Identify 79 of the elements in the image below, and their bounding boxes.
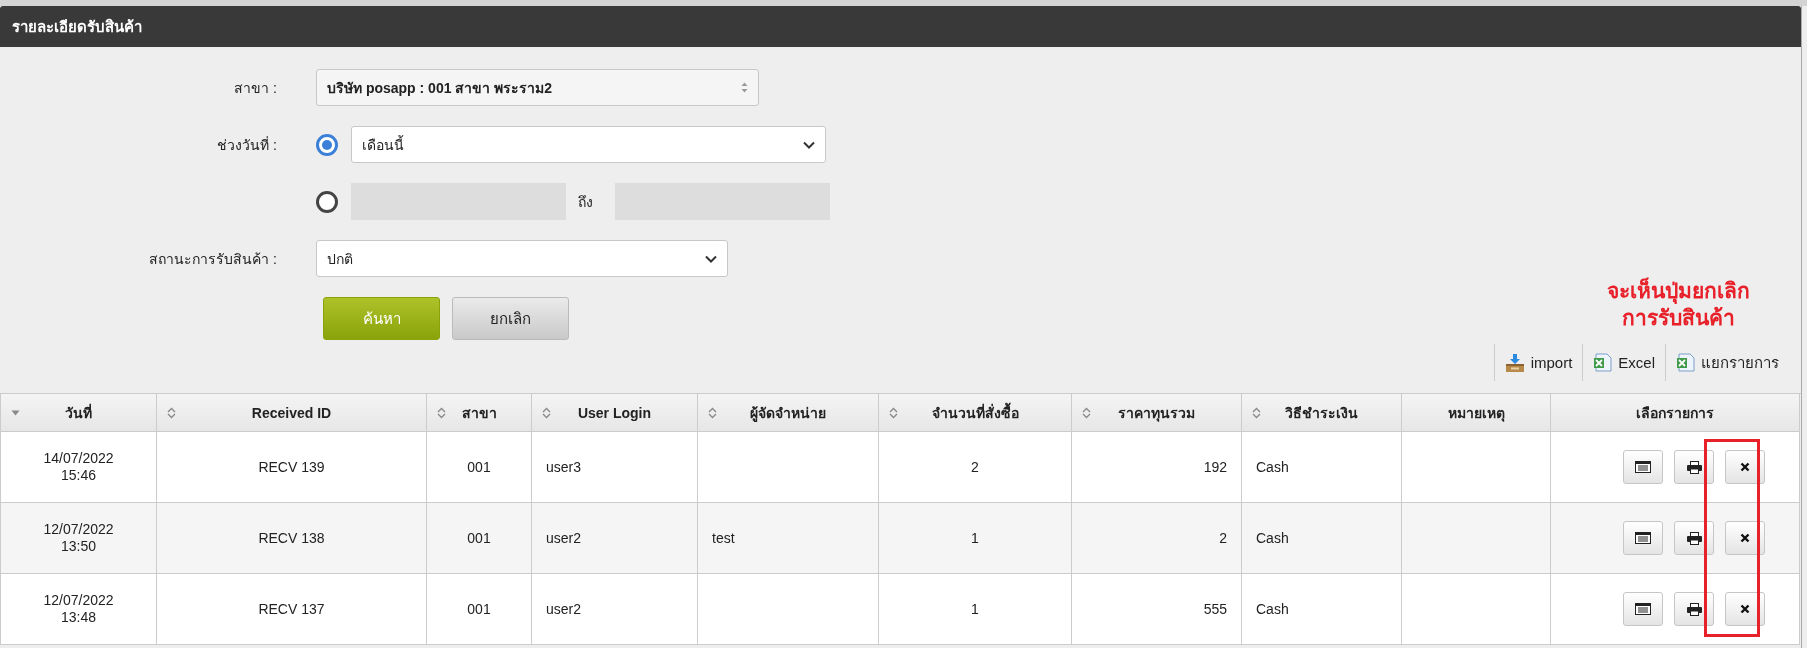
table-cell: user2 bbox=[531, 502, 698, 574]
column-header: หมายเหตุ bbox=[1401, 394, 1551, 432]
table-cell: test bbox=[697, 502, 879, 574]
table-cell: RECV 139 bbox=[156, 431, 427, 503]
sort-icon bbox=[1082, 406, 1091, 419]
print-icon bbox=[1686, 531, 1702, 545]
table-cell: 1 bbox=[878, 502, 1072, 574]
column-header: เลือกรายการ bbox=[1550, 394, 1800, 432]
table-cell: RECV 138 bbox=[156, 502, 427, 574]
table-cell: 2 bbox=[878, 431, 1072, 503]
status-select[interactable]: ปกติ bbox=[316, 240, 728, 277]
table-cell: 001 bbox=[426, 502, 532, 574]
view-button[interactable] bbox=[1623, 521, 1663, 555]
sort-icon bbox=[1252, 406, 1261, 419]
table-cell: Cash bbox=[1241, 502, 1402, 574]
list-card-icon bbox=[1635, 461, 1651, 473]
column-header[interactable]: สาขา bbox=[426, 394, 532, 432]
table-cell: 12/07/2022 13:50 bbox=[0, 502, 157, 574]
sort-icon bbox=[708, 406, 717, 419]
close-icon bbox=[1740, 533, 1750, 543]
print-icon bbox=[1686, 602, 1702, 616]
import-link[interactable]: import bbox=[1493, 344, 1583, 381]
table-cell: 555 bbox=[1071, 573, 1242, 645]
list-card-icon bbox=[1635, 532, 1651, 544]
column-header[interactable]: ผู้จัดจำหน่าย bbox=[697, 394, 879, 432]
delete-button[interactable] bbox=[1725, 450, 1765, 484]
table-cell: 001 bbox=[426, 573, 532, 645]
status-label: สถานะการรับสินค้า : bbox=[148, 249, 277, 269]
table-cell: 2 bbox=[1071, 502, 1242, 574]
cancel-button[interactable]: ยกเลิก bbox=[452, 297, 569, 340]
list-card-icon bbox=[1635, 603, 1651, 615]
table-cell: 1 bbox=[878, 573, 1072, 645]
page-title: รายละเอียดรับสินค้า bbox=[12, 16, 142, 37]
column-header[interactable]: ราคาทุนรวม bbox=[1071, 394, 1242, 432]
table-cell: 001 bbox=[426, 431, 532, 503]
spreadsheet-icon bbox=[1593, 353, 1613, 372]
tray-download-icon bbox=[1504, 352, 1525, 373]
print-icon bbox=[1686, 460, 1702, 474]
delete-button[interactable] bbox=[1725, 592, 1765, 626]
print-button[interactable] bbox=[1674, 521, 1714, 555]
sort-desc-icon bbox=[11, 409, 20, 416]
view-button[interactable] bbox=[1623, 450, 1663, 484]
print-button[interactable] bbox=[1674, 450, 1714, 484]
table-cell: user3 bbox=[531, 431, 698, 503]
column-header[interactable]: Received ID bbox=[156, 394, 427, 432]
column-header[interactable]: วันที่ bbox=[0, 394, 157, 432]
table-cell: RECV 137 bbox=[156, 573, 427, 645]
branch-label: สาขา : bbox=[233, 78, 277, 98]
export-link[interactable]: Excel bbox=[1582, 344, 1665, 381]
caret-icon bbox=[705, 254, 717, 263]
caret-icon bbox=[803, 140, 815, 149]
close-icon bbox=[1740, 604, 1750, 614]
table-cell: Cash bbox=[1241, 573, 1402, 645]
column-header[interactable]: User Login bbox=[531, 394, 698, 432]
view-button[interactable] bbox=[1623, 592, 1663, 626]
annotation-text: จะเห็นปุ่มยกเลิก การรับสินค้า bbox=[1607, 277, 1750, 331]
table-cell: Cash bbox=[1241, 431, 1402, 503]
column-header[interactable]: จำนวนที่สั่งซื้อ bbox=[878, 394, 1072, 432]
print-button[interactable] bbox=[1674, 592, 1714, 626]
sort-icon bbox=[542, 406, 551, 419]
table-cell: 192 bbox=[1071, 431, 1242, 503]
radio-button[interactable] bbox=[316, 133, 338, 156]
date-range-label: ช่วงวันที่ : bbox=[216, 135, 277, 155]
close-icon bbox=[1740, 462, 1750, 472]
sort-icon bbox=[167, 406, 176, 419]
range-separator: ถึง bbox=[578, 192, 593, 212]
branch-select[interactable]: บริษัท posapp : 001 สาขา พระราม2 bbox=[316, 69, 759, 106]
table-cell: 12/07/2022 13:48 bbox=[0, 573, 157, 645]
column-header[interactable]: วิธีชำระเงิน bbox=[1241, 394, 1402, 432]
date-preset-select[interactable]: เดือนนี้ bbox=[351, 126, 826, 163]
table-cell: 14/07/2022 15:46 bbox=[0, 431, 157, 503]
radio-button[interactable] bbox=[316, 190, 338, 213]
export-link[interactable]: แยกรายการ bbox=[1665, 344, 1789, 381]
sort-icon bbox=[889, 406, 898, 419]
sort-icon bbox=[437, 406, 446, 419]
table-cell: user2 bbox=[531, 573, 698, 645]
delete-button[interactable] bbox=[1725, 521, 1765, 555]
spreadsheet-icon bbox=[1676, 353, 1695, 372]
sort-icon bbox=[741, 82, 748, 93]
